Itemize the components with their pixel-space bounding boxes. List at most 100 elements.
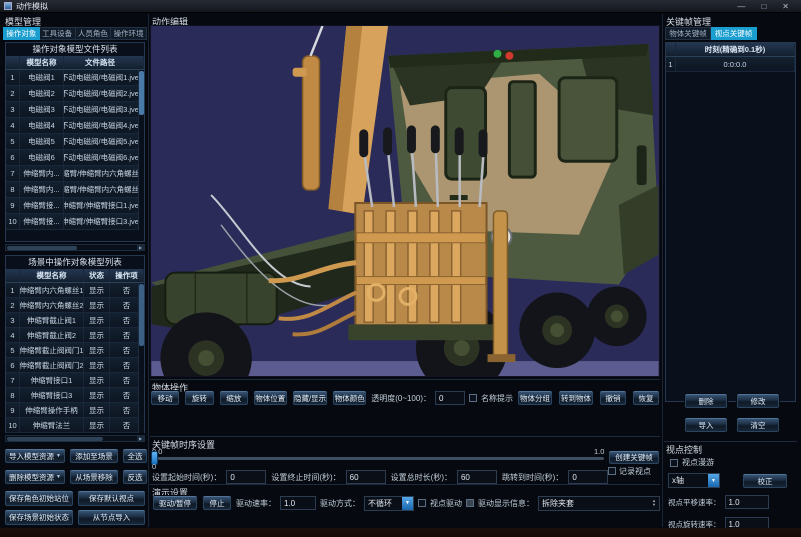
save-default-viewpoint-button[interactable]: 保存默认视点 — [77, 490, 146, 507]
table-cell: 显示 — [84, 403, 110, 417]
end-time-input[interactable] — [346, 470, 386, 484]
scroll-right-icon[interactable]: ▶ — [137, 245, 144, 250]
tab-object-keyframe[interactable]: 物体关键帧 — [665, 27, 711, 40]
pan-rate-label: 视点平移速率： — [668, 497, 721, 508]
table-row[interactable]: 9伸缩臂接...伸缩臂/伸缩臂接口1.jve — [6, 198, 144, 214]
table-cell: 不动电磁阀/电磁阀2.jve — [64, 86, 144, 101]
drive-info-select[interactable]: 拆除夹套 ▲▼ — [538, 496, 660, 511]
calibrate-button[interactable]: 校正 — [742, 473, 788, 489]
table-row[interactable]: 5电磁阀5不动电磁阀/电磁阀5.jve — [6, 134, 144, 150]
import-from-node-button[interactable]: 从节点导入 — [77, 509, 146, 526]
import-model-resource-button[interactable]: 导入模型资源▼ — [4, 448, 66, 464]
close-button[interactable]: ✕ — [782, 0, 789, 13]
modify-keyframe-button[interactable]: 修改 — [736, 393, 780, 409]
table-row[interactable]: 1电磁阀1不动电磁阀/电磁阀1.jve — [6, 70, 144, 86]
viewpoint-roam-checkbox[interactable] — [670, 459, 678, 467]
import-keyframe-button[interactable]: 导入 — [684, 417, 728, 433]
tab-viewpoint-keyframe[interactable]: 视点关键帧 — [711, 27, 757, 40]
minimize-button[interactable]: — — [737, 0, 745, 13]
table-cell: 伸缩臂内... — [20, 182, 64, 197]
create-keyframe-button[interactable]: 创建关键帧 — [608, 450, 660, 465]
viewpoint-control-title: 视点控制 — [664, 442, 797, 457]
save-scene-init-state-button[interactable]: 保存场景初始状态 — [4, 509, 74, 526]
table-row[interactable]: 4伸缩臂截止阀2显示否 — [6, 328, 144, 343]
truck-model — [151, 26, 659, 376]
table-row[interactable]: 3伸缩臂截止阀1显示否 — [6, 313, 144, 328]
move-button[interactable]: 移动 — [150, 390, 180, 406]
clear-keyframe-button[interactable]: 清空 — [736, 417, 780, 433]
rotate-button[interactable]: 旋转 — [184, 390, 214, 406]
scene-table-hscrollbar[interactable]: ▶ — [5, 435, 145, 442]
table-row[interactable]: 2电磁阀2不动电磁阀/电磁阀2.jve — [6, 86, 144, 102]
viewpoint-drive-checkbox[interactable] — [418, 499, 426, 507]
axis-select[interactable]: x轴 ▼ — [668, 473, 720, 488]
table-row[interactable]: 8伸缩臂内...伸缩臂/伸缩臂内六角螺丝... — [6, 182, 144, 198]
timeline-slider[interactable] — [152, 457, 604, 460]
table-row[interactable]: 2伸缩臂内六角螺丝2显示否 — [6, 298, 144, 313]
drive-info-checkbox[interactable] — [466, 499, 474, 507]
start-time-input[interactable] — [226, 470, 266, 484]
model-management-panel: 模型管理 操作对象 工具设备 人员角色 操作环境 操作对象模型文件列表 模型名称… — [3, 15, 147, 527]
drive-mode-select[interactable]: 不循环 ▼ — [364, 496, 414, 511]
file-table-hscrollbar[interactable]: ▶ — [5, 244, 145, 251]
remove-from-scene-button[interactable]: 从场景移除 — [69, 469, 119, 485]
pan-rate-input[interactable] — [725, 495, 769, 509]
table-row[interactable]: 10伸缩臂接...伸缩臂/伸缩臂接口3.jve — [6, 214, 144, 230]
keyframe-timing-title: 关键帧时序设置 — [150, 437, 660, 452]
object-position-button[interactable]: 物体位置 — [253, 390, 288, 406]
file-table-scrollbar[interactable] — [138, 70, 144, 230]
table-row[interactable]: 6伸缩臂截止阀阀门2显示否 — [6, 358, 144, 373]
table-row[interactable]: 9伸缩臂操作手柄显示否 — [6, 403, 144, 418]
table-cell: 电磁阀5 — [20, 134, 64, 149]
table-cell: 伸缩臂截止阀1 — [20, 313, 84, 327]
name-tip-checkbox[interactable] — [469, 394, 477, 402]
scene-table-scrollbar[interactable] — [138, 283, 144, 433]
table-cell: 伸缩臂内... — [20, 166, 64, 181]
maximize-button[interactable]: □ — [761, 0, 766, 13]
object-group-button[interactable]: 物体分组 — [517, 390, 553, 406]
table-cell: 9 — [6, 403, 20, 417]
tab-tool-equipment[interactable]: 工具设备 — [40, 27, 76, 40]
scroll-right-icon[interactable]: ▶ — [137, 436, 144, 441]
table-row[interactable]: 4电磁阀4不动电磁阀/电磁阀4.jve — [6, 118, 144, 134]
hide-show-button[interactable]: 隐藏/显示 — [292, 390, 329, 406]
table-row[interactable]: 10:0:0.0 — [666, 57, 795, 72]
table-row[interactable]: 3电磁阀3不动电磁阀/电磁阀3.jve — [6, 102, 144, 118]
stop-button[interactable]: 停止 — [202, 495, 232, 511]
jump-time-label: 跳转到时间(秒)： — [502, 472, 563, 483]
chevron-down-icon[interactable]: ▼ — [708, 474, 719, 487]
jump-time-input[interactable] — [568, 470, 608, 484]
invert-select-button[interactable]: 反选 — [122, 469, 148, 485]
table-cell: 电磁阀3 — [20, 102, 64, 117]
table-row[interactable]: 5伸缩臂截止阀阀门1显示否 — [6, 343, 144, 358]
drive-pause-button[interactable]: 驱动/暂停 — [152, 495, 198, 511]
table-row[interactable]: 1伸缩臂内六角螺丝1显示否 — [6, 283, 144, 298]
save-role-init-position-button[interactable]: 保存角色初始站位 — [4, 490, 74, 507]
table-row[interactable]: 6电磁阀6不动电磁阀/电磁阀6.jve — [6, 150, 144, 166]
spinner-icon[interactable]: ▲▼ — [649, 497, 659, 510]
scale-button[interactable]: 缩放 — [219, 390, 249, 406]
select-all-button[interactable]: 全选 — [122, 448, 148, 464]
delete-keyframe-button[interactable]: 删除 — [684, 393, 728, 409]
table-cell: 伸缩臂接... — [20, 214, 64, 229]
total-duration-input[interactable] — [457, 470, 497, 484]
3d-viewport[interactable] — [150, 25, 660, 377]
undo-button[interactable]: 撤销 — [599, 390, 627, 406]
model-file-table-body: 1电磁阀1不动电磁阀/电磁阀1.jve2电磁阀2不动电磁阀/电磁阀2.jve3电… — [6, 70, 144, 230]
object-color-button[interactable]: 物体颜色 — [332, 390, 367, 406]
goto-object-button[interactable]: 转到物体 — [558, 390, 594, 406]
table-cell: 电磁阀2 — [20, 86, 64, 101]
table-row[interactable]: 7伸缩臂内...伸缩臂/伸缩臂内六角螺丝... — [6, 166, 144, 182]
drive-rate-input[interactable] — [280, 496, 316, 510]
redo-button[interactable]: 恢复 — [632, 390, 660, 406]
chevron-down-icon[interactable]: ▼ — [402, 497, 413, 510]
opacity-input[interactable] — [435, 391, 465, 405]
table-row[interactable]: 8伸缩臂接口3显示否 — [6, 388, 144, 403]
table-row[interactable]: 7伸缩臂接口1显示否 — [6, 373, 144, 388]
delete-model-resource-button[interactable]: 删除模型资源▼ — [4, 469, 66, 485]
table-row[interactable]: 10伸缩臂法兰显示否 — [6, 418, 144, 433]
tab-operate-object[interactable]: 操作对象 — [3, 27, 40, 40]
tab-personnel-role[interactable]: 人员角色 — [76, 27, 112, 40]
tab-operate-env[interactable]: 操作环境 — [111, 27, 147, 40]
add-to-scene-button[interactable]: 添加至场景 — [69, 448, 119, 464]
